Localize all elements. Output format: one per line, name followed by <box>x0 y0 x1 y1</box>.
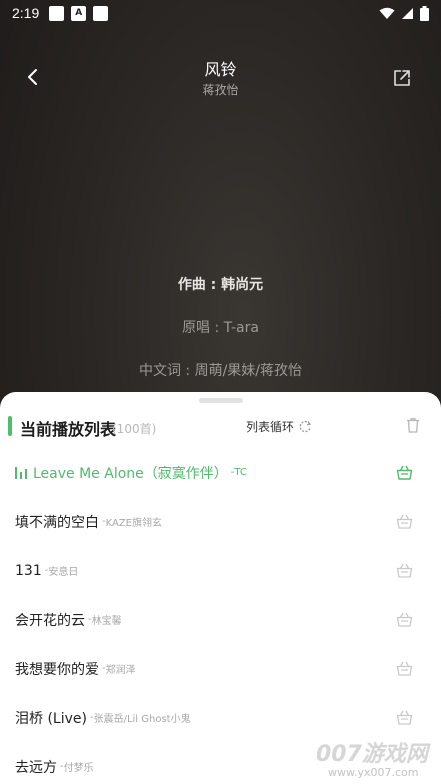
wifi-icon <box>379 7 395 19</box>
share-icon[interactable] <box>392 68 412 88</box>
now-playing-icon <box>15 466 29 479</box>
notification-square-icon <box>49 5 65 21</box>
song-artist[interactable]: 蒋孜怡 <box>0 81 441 98</box>
track-name: Leave Me Alone（寂寞作伴） <box>33 465 228 482</box>
signal-icon <box>402 7 413 19</box>
track-row[interactable]: 131 - 安息日 <box>0 546 441 595</box>
watermark-title: 007游戏网 <box>316 742 428 767</box>
track-singer: 林宝馨 <box>91 616 122 627</box>
song-title: 风铃 <box>204 60 237 79</box>
loop-mode-label: 列表循环 <box>246 420 295 434</box>
basket-icon[interactable] <box>396 611 413 628</box>
basket-icon[interactable] <box>396 513 413 530</box>
playlist-sheet: 当前播放列表 (100首) 列表循环 Leave Me Alone（寂寞作伴） … <box>0 392 441 784</box>
playlist-count: (100首) <box>112 422 157 436</box>
track-name: 去远方 <box>15 759 57 776</box>
track-name: 131 <box>15 562 42 579</box>
accent-bar <box>8 416 12 436</box>
watermark: 007游戏网 www.yx007.com <box>316 736 441 784</box>
lyric-line[interactable]: 中文词 : 周萌/果妹/蒋孜怡 <box>0 360 441 380</box>
track-singer: KAZE旗翎玄 <box>105 518 163 529</box>
basket-icon[interactable] <box>396 562 413 579</box>
track-row[interactable]: 填不满的空白 - KAZE旗翎玄 <box>0 497 441 546</box>
track-singer: 郑润泽 <box>105 665 136 676</box>
loop-icon <box>299 420 312 433</box>
watermark-url: www.yx007.com <box>328 766 419 779</box>
sheet-drag-handle[interactable] <box>199 398 243 403</box>
track-row-active[interactable]: Leave Me Alone（寂寞作伴） - TC <box>0 448 441 497</box>
a-letter-icon: A <box>71 5 87 21</box>
track-name: 填不满的空白 <box>15 514 99 531</box>
battery-icon <box>420 5 429 21</box>
track-singer: TC <box>234 467 247 478</box>
track-name: 会开花的云 <box>15 612 85 629</box>
notification-square-icon <box>93 5 109 21</box>
track-row[interactable]: 泪桥 (Live) - 张震岳/Lil Ghost小鬼 <box>0 693 441 742</box>
lyric-line-current[interactable]: 作曲 : 韩尚元 <box>0 274 441 294</box>
track-singer: 付梦乐 <box>63 763 94 774</box>
lyric-line[interactable]: 原唱 : T-ara <box>0 317 441 337</box>
status-bar: 2:19 A <box>0 0 441 26</box>
playlist-title: 当前播放列表 <box>20 420 117 439</box>
track-singer: 张震岳/Lil Ghost小鬼 <box>93 714 191 725</box>
track-row[interactable]: 会开花的云 - 林宝馨 <box>0 595 441 644</box>
track-list: Leave Me Alone（寂寞作伴） - TC 填不满的空白 - KAZE旗… <box>0 448 441 784</box>
trash-icon[interactable] <box>404 416 422 434</box>
basket-icon[interactable] <box>396 660 413 677</box>
playlist-header: 当前播放列表 (100首) 列表循环 <box>0 414 441 439</box>
track-row[interactable]: 我想要你的爱 - 郑润泽 <box>0 644 441 693</box>
track-singer: 安息日 <box>48 567 79 578</box>
loop-mode-button[interactable]: 列表循环 <box>246 418 312 435</box>
track-name: 我想要你的爱 <box>15 661 99 678</box>
status-time: 2:19 <box>12 5 40 21</box>
track-name: 泪桥 (Live) <box>15 710 87 727</box>
basket-icon[interactable] <box>396 709 413 726</box>
basket-icon[interactable] <box>396 464 413 481</box>
